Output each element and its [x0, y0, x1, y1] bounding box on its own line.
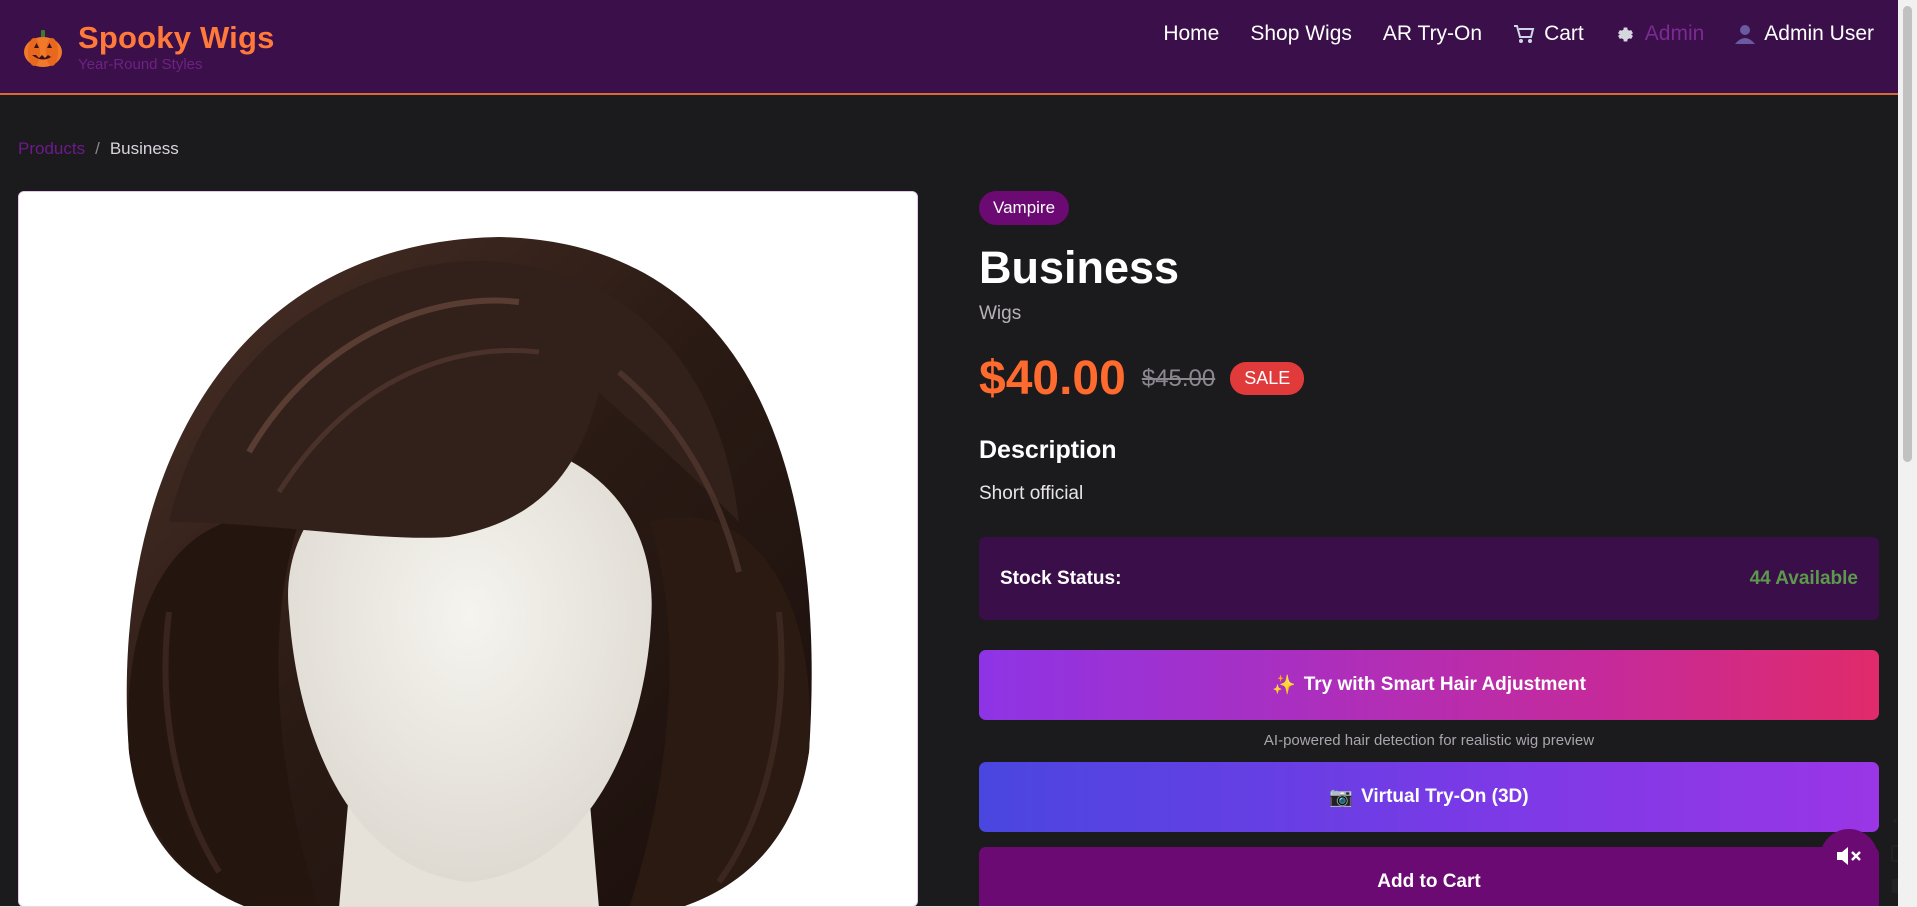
breadcrumb-separator: / [95, 139, 100, 158]
nav-ar-label: AR Try-On [1382, 22, 1483, 45]
sparkles-icon: ✨ [1272, 675, 1296, 696]
breadcrumb: Products / Business [18, 139, 179, 159]
virtual-try-on-label: Virtual Try-On (3D) [1361, 786, 1529, 807]
pumpkin-icon [22, 28, 64, 70]
brand-subtitle: Year-Round Styles [78, 56, 203, 73]
smart-hair-note: AI-powered hair detection for realistic … [1263, 732, 1595, 749]
nav-cart[interactable]: Cart [1513, 22, 1584, 46]
smart-hair-adjustment-label: Try with Smart Hair Adjustment [1303, 674, 1586, 695]
nav-admin-label: Admin [1644, 22, 1705, 45]
brand-logo[interactable]: Spooky Wigs Year-Round Styles [22, 22, 275, 74]
stock-value: 44 Available [1749, 567, 1858, 589]
sale-badge: SALE [1230, 362, 1305, 395]
add-to-cart-label: Add to Cart [1377, 871, 1481, 892]
product-tag[interactable]: Vampire [979, 191, 1070, 225]
gear-icon [1615, 24, 1636, 45]
mute-button[interactable] [1820, 829, 1878, 887]
product-category: Wigs [979, 303, 1022, 324]
nav-shop-wigs[interactable]: Shop Wigs [1250, 22, 1352, 46]
breadcrumb-products-link[interactable]: Products [18, 139, 85, 159]
nav-home-label: Home [1163, 22, 1220, 45]
scrollbar-thumb[interactable] [1903, 6, 1912, 462]
smart-hair-adjustment-button[interactable]: ✨ Try with Smart Hair Adjustment [979, 650, 1879, 720]
nav-cart-label: Cart [1544, 22, 1584, 45]
wig-illustration [19, 192, 917, 906]
product-image [18, 191, 918, 907]
nav-admin[interactable]: Admin [1615, 22, 1705, 46]
stock-label: Stock Status: [1000, 567, 1122, 589]
current-price: $40.00 [979, 352, 1126, 405]
user-icon [1735, 24, 1756, 44]
camera-icon: 📷 [1329, 787, 1354, 808]
original-price: $45.00 [1141, 364, 1216, 392]
breadcrumb-current: Business [109, 139, 179, 158]
nav-user-menu[interactable]: Admin User [1735, 22, 1874, 46]
product-details: Vampire Business Wigs $40.00 $45.00 SALE… [979, 191, 1879, 907]
nav-shop-label: Shop Wigs [1250, 22, 1352, 45]
description-text: Short official [979, 483, 1084, 504]
brand-title: Spooky Wigs [78, 20, 275, 55]
price-row: $40.00 $45.00 SALE [979, 351, 1879, 406]
cart-icon [1513, 24, 1535, 44]
stock-status-box: Stock Status: 44 Available [979, 537, 1879, 620]
page-scrollbar[interactable] [1898, 0, 1917, 907]
nav-ar-try-on[interactable]: AR Try-On [1383, 22, 1482, 46]
description-heading: Description [979, 436, 1117, 464]
site-header: Spooky Wigs Year-Round Styles Home Shop … [0, 0, 1898, 95]
nav-home[interactable]: Home [1163, 22, 1219, 46]
add-to-cart-button[interactable]: Add to Cart [979, 847, 1879, 907]
virtual-try-on-button[interactable]: 📷 Virtual Try-On (3D) [979, 762, 1879, 832]
main-nav: Home Shop Wigs AR Try-On Cart Admin Admi… [1132, 20, 1874, 48]
product-title: Business [979, 242, 1180, 293]
speaker-muted-icon [1835, 845, 1863, 872]
nav-user-label: Admin User [1764, 22, 1874, 45]
